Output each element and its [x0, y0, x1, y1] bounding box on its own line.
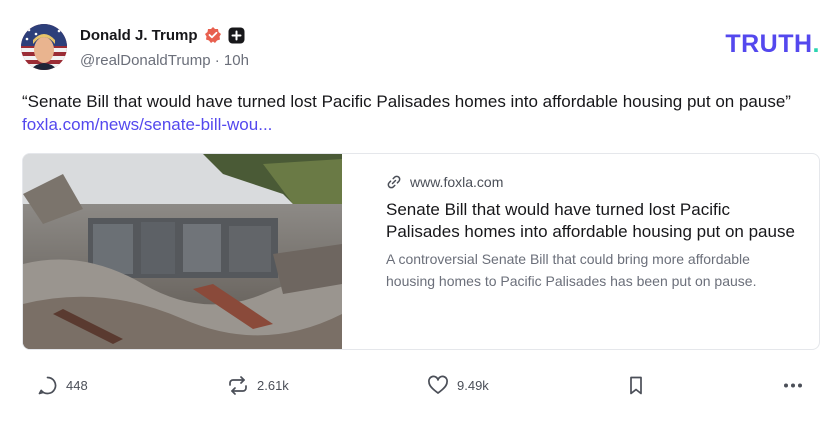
author-display-name[interactable]: Donald J. Trump	[80, 27, 198, 44]
meta-separator: ·	[214, 52, 220, 69]
reply-button[interactable]: 448	[37, 370, 88, 400]
retruth-count: 2.61k	[257, 377, 289, 393]
like-button[interactable]: 9.49k	[427, 370, 489, 400]
retruth-icon	[229, 375, 247, 395]
link-preview-card[interactable]: www.foxla.com Senate Bill that would hav…	[22, 153, 820, 350]
retruth-button[interactable]: 2.61k	[227, 370, 289, 400]
truth-social-logo[interactable]: TRUTH.	[725, 30, 820, 59]
link-preview-description: A controversial Senate Bill that could b…	[386, 251, 757, 289]
like-count: 9.49k	[457, 377, 489, 393]
verified-badge-icon	[204, 27, 221, 43]
post-body: “Senate Bill that would have turned lost…	[22, 90, 812, 136]
post-text: “Senate Bill that would have turned lost…	[22, 92, 791, 111]
bookmark-icon	[630, 376, 642, 394]
plus-square-icon[interactable]	[228, 27, 245, 44]
author-handle[interactable]: @realDonaldTrump	[80, 52, 211, 69]
more-options-button[interactable]	[782, 370, 804, 400]
post-action-bar: 448 2.61k 9.49k	[0, 370, 840, 400]
link-preview-title: Senate Bill that would have turned lost …	[386, 200, 795, 241]
post-timestamp[interactable]: 10h	[224, 52, 249, 69]
post-link[interactable]: foxla.com/news/senate-bill-wou...	[22, 115, 272, 134]
heart-icon	[428, 375, 448, 394]
link-preview-image	[23, 154, 342, 349]
bookmark-button[interactable]	[627, 370, 645, 400]
avatar-image	[21, 24, 67, 70]
reply-bubble-icon	[38, 376, 57, 394]
reply-count: 448	[66, 377, 88, 393]
author-avatar[interactable]	[21, 24, 67, 70]
link-preview-content: www.foxla.com Senate Bill that would hav…	[386, 172, 796, 292]
more-dots-icon	[784, 383, 802, 387]
link-preview-domain: www.foxla.com	[410, 174, 504, 190]
link-icon	[387, 175, 401, 189]
